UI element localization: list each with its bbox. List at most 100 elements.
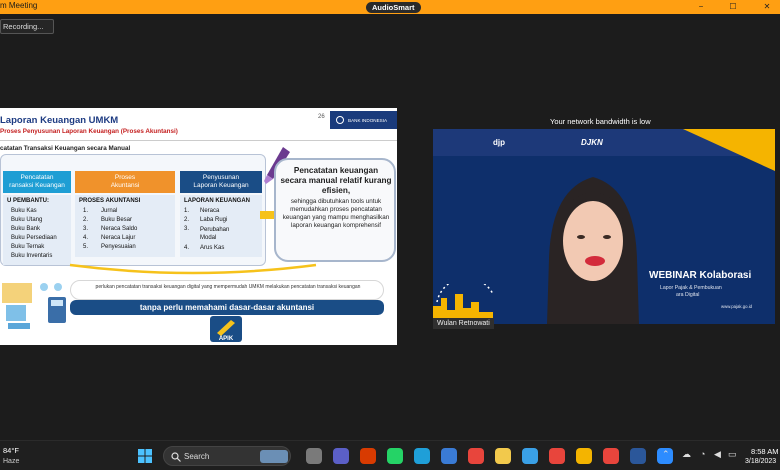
bank-indonesia-emblem-icon <box>336 116 344 124</box>
list-number: 2. <box>83 217 89 223</box>
bank-indonesia-logo-text: BANK INDONESIA <box>348 118 388 123</box>
section-title: catatan Transaksi Keuangan secara Manual <box>0 145 131 152</box>
list-number: 4. <box>83 235 89 241</box>
column-body-title: U PEMBANTU: <box>7 198 49 204</box>
cloud-icon[interactable]: ☁ <box>682 449 691 460</box>
search-icon <box>171 452 181 462</box>
highlight-banner: tanpa perlu memahami dasar-dasar akuntan… <box>70 300 384 315</box>
pajak-url: www.pajak.go.id <box>721 304 753 309</box>
chrome-icon[interactable] <box>468 448 484 464</box>
close-button[interactable]: ✕ <box>760 0 774 14</box>
battery-icon[interactable]: ▭ <box>728 449 737 460</box>
callout-bubble: Pencatatan keuangan secara manual relati… <box>274 158 396 262</box>
info-bubble: perlukan pencatatan transaksi keuangan d… <box>70 280 384 300</box>
audiosmart-pill[interactable]: AudioSmart <box>366 2 421 13</box>
minimize-button[interactable]: − <box>694 0 708 14</box>
callout-bold-text: Pencatatan keuangan secara manual relati… <box>280 166 392 195</box>
participant-name: Wulan Retnowati <box>433 318 494 329</box>
list-item: Neraca Saldo <box>101 226 138 232</box>
slide-title: Laporan Keuangan UMKM <box>0 115 119 126</box>
windows-start-icon[interactable] <box>138 449 152 463</box>
file-explorer-icon[interactable] <box>306 448 322 464</box>
apik-logo-text: APIK <box>219 336 234 342</box>
windows-taskbar: 84°F Haze Search ⌃ ☁ ◔ ◀ ▭ 8:58 AM 3/18/… <box>0 440 780 470</box>
maximize-button[interactable]: ☐ <box>726 0 740 14</box>
list-item: Buku Besar <box>101 217 133 223</box>
chrome-profile-3-icon[interactable] <box>603 448 619 464</box>
search-highlight-icon <box>260 450 288 463</box>
slide-subtitle: Proses Penyusunan Laporan Keuangan (Pros… <box>0 128 178 135</box>
folder-icon[interactable] <box>495 448 511 464</box>
list-item: Arus Kas <box>200 245 225 251</box>
bank-indonesia-logo: BANK INDONESIA <box>330 111 397 129</box>
recording-label: Recording... <box>3 22 44 31</box>
wifi-icon[interactable]: ◔ <box>700 449 705 459</box>
list-item: Neraca <box>200 208 220 214</box>
zoom-meeting-window: m Meeting AudioSmart − ☐ ✕ Recording... … <box>0 0 780 470</box>
webinar-title: WEBINAR Kolaborasi <box>649 270 752 281</box>
office-icon[interactable] <box>360 448 376 464</box>
list-number: 5. <box>83 244 89 250</box>
column-header-proses: Proses Akuntansi <box>75 171 175 193</box>
participant-video[interactable]: djp DJKN WEBINAR Kolaborasi Lapor Pajak … <box>433 129 775 324</box>
shared-screen-slide: Laporan Keuangan UMKM Proses Penyusunan … <box>0 108 397 345</box>
list-item: Neraca Lajur <box>101 235 136 241</box>
list-item: Buku Utang <box>11 217 43 223</box>
slide-divider <box>0 140 397 141</box>
list-item: Buku Kas <box>11 208 37 214</box>
list-item: Buku Bank <box>11 226 41 232</box>
chrome-profile-icon[interactable] <box>549 448 565 464</box>
info-bubble-text: perlukan pencatatan transaksi keuangan d… <box>95 284 361 290</box>
yellow-curve <box>69 263 317 275</box>
list-number: 1. <box>184 208 190 214</box>
list-number: 4. <box>184 245 190 251</box>
column-body-title: PROSES AKUNTANSI <box>79 198 141 204</box>
clock-date[interactable]: 3/18/2023 <box>745 458 776 465</box>
column-body-penyusunan: LAPORAN KEUANGAN 1. Neraca 2. Laba Rugi … <box>180 195 262 257</box>
list-item: Buku Ternak <box>11 244 45 250</box>
highlight-banner-text: tanpa perlu memahami dasar-dasar akuntan… <box>139 303 315 312</box>
column-header-penyusunan: Penyusunan Laporan Keuangan <box>180 171 262 193</box>
weather-condition[interactable]: Haze <box>3 458 19 465</box>
list-item: Buku Inventaris <box>11 253 53 259</box>
column-header-label: Penyusunan Laporan Keuangan <box>193 174 249 189</box>
list-item: Laba Rugi <box>200 217 228 223</box>
list-item: Jurnal <box>101 208 118 214</box>
column-header-label: Proses Akuntansi <box>110 174 140 189</box>
word-icon[interactable] <box>630 448 646 464</box>
djp-logo: djp <box>493 138 505 147</box>
bandwidth-warning: Your network bandwidth is low <box>550 117 651 126</box>
taskbar-search[interactable]: Search <box>163 446 291 466</box>
accounting-illustration-icon <box>2 283 66 329</box>
list-number: 1. <box>83 208 89 214</box>
column-header-pencatatan: Pencatatan ransaksi Keuangan <box>3 171 71 193</box>
weather-temperature[interactable]: 84°F <box>3 446 19 455</box>
window-title: m Meeting <box>0 1 38 10</box>
participant-name-tag: Wulan Retnowati <box>433 312 494 330</box>
chevron-up-icon[interactable]: ⌃ <box>662 449 670 460</box>
list-item: Buku Persediaan <box>11 235 57 241</box>
webinar-subtitle-1: Lapor Pajak & Pembukuan <box>660 285 722 291</box>
slide-page-number: 26 <box>318 114 325 120</box>
photos-icon[interactable] <box>522 448 538 464</box>
recording-indicator[interactable]: Recording... <box>0 19 54 34</box>
chrome-profile-2-icon[interactable] <box>576 448 592 464</box>
search-label: Search <box>184 452 210 461</box>
column-body-proses: PROSES AKUNTANSI 1. Jurnal 2. Buku Besar… <box>75 195 175 257</box>
webinar-subtitle-2: ara Digital <box>676 292 700 298</box>
apik-logo-icon: APIK <box>210 316 242 342</box>
list-item: Perubahan Modal <box>200 227 230 241</box>
volume-icon[interactable]: ◀ <box>714 449 721 460</box>
callout-body-text: sehingga dibutuhkan tools untuk memudahk… <box>282 198 390 229</box>
mail-icon[interactable] <box>441 448 457 464</box>
list-item: Penyesuaian <box>101 244 136 250</box>
list-number: 2. <box>184 217 190 223</box>
teams-chat-icon[interactable] <box>333 448 349 464</box>
speaker-figure <box>547 177 639 324</box>
column-header-label: Pencatatan ransaksi Keuangan <box>9 174 65 189</box>
clock-time[interactable]: 8:58 AM <box>751 447 779 456</box>
whatsapp-icon[interactable] <box>387 448 403 464</box>
edge-icon[interactable] <box>414 448 430 464</box>
list-number: 3. <box>83 226 89 232</box>
window-title-bar: m Meeting AudioSmart − ☐ ✕ <box>0 0 780 14</box>
